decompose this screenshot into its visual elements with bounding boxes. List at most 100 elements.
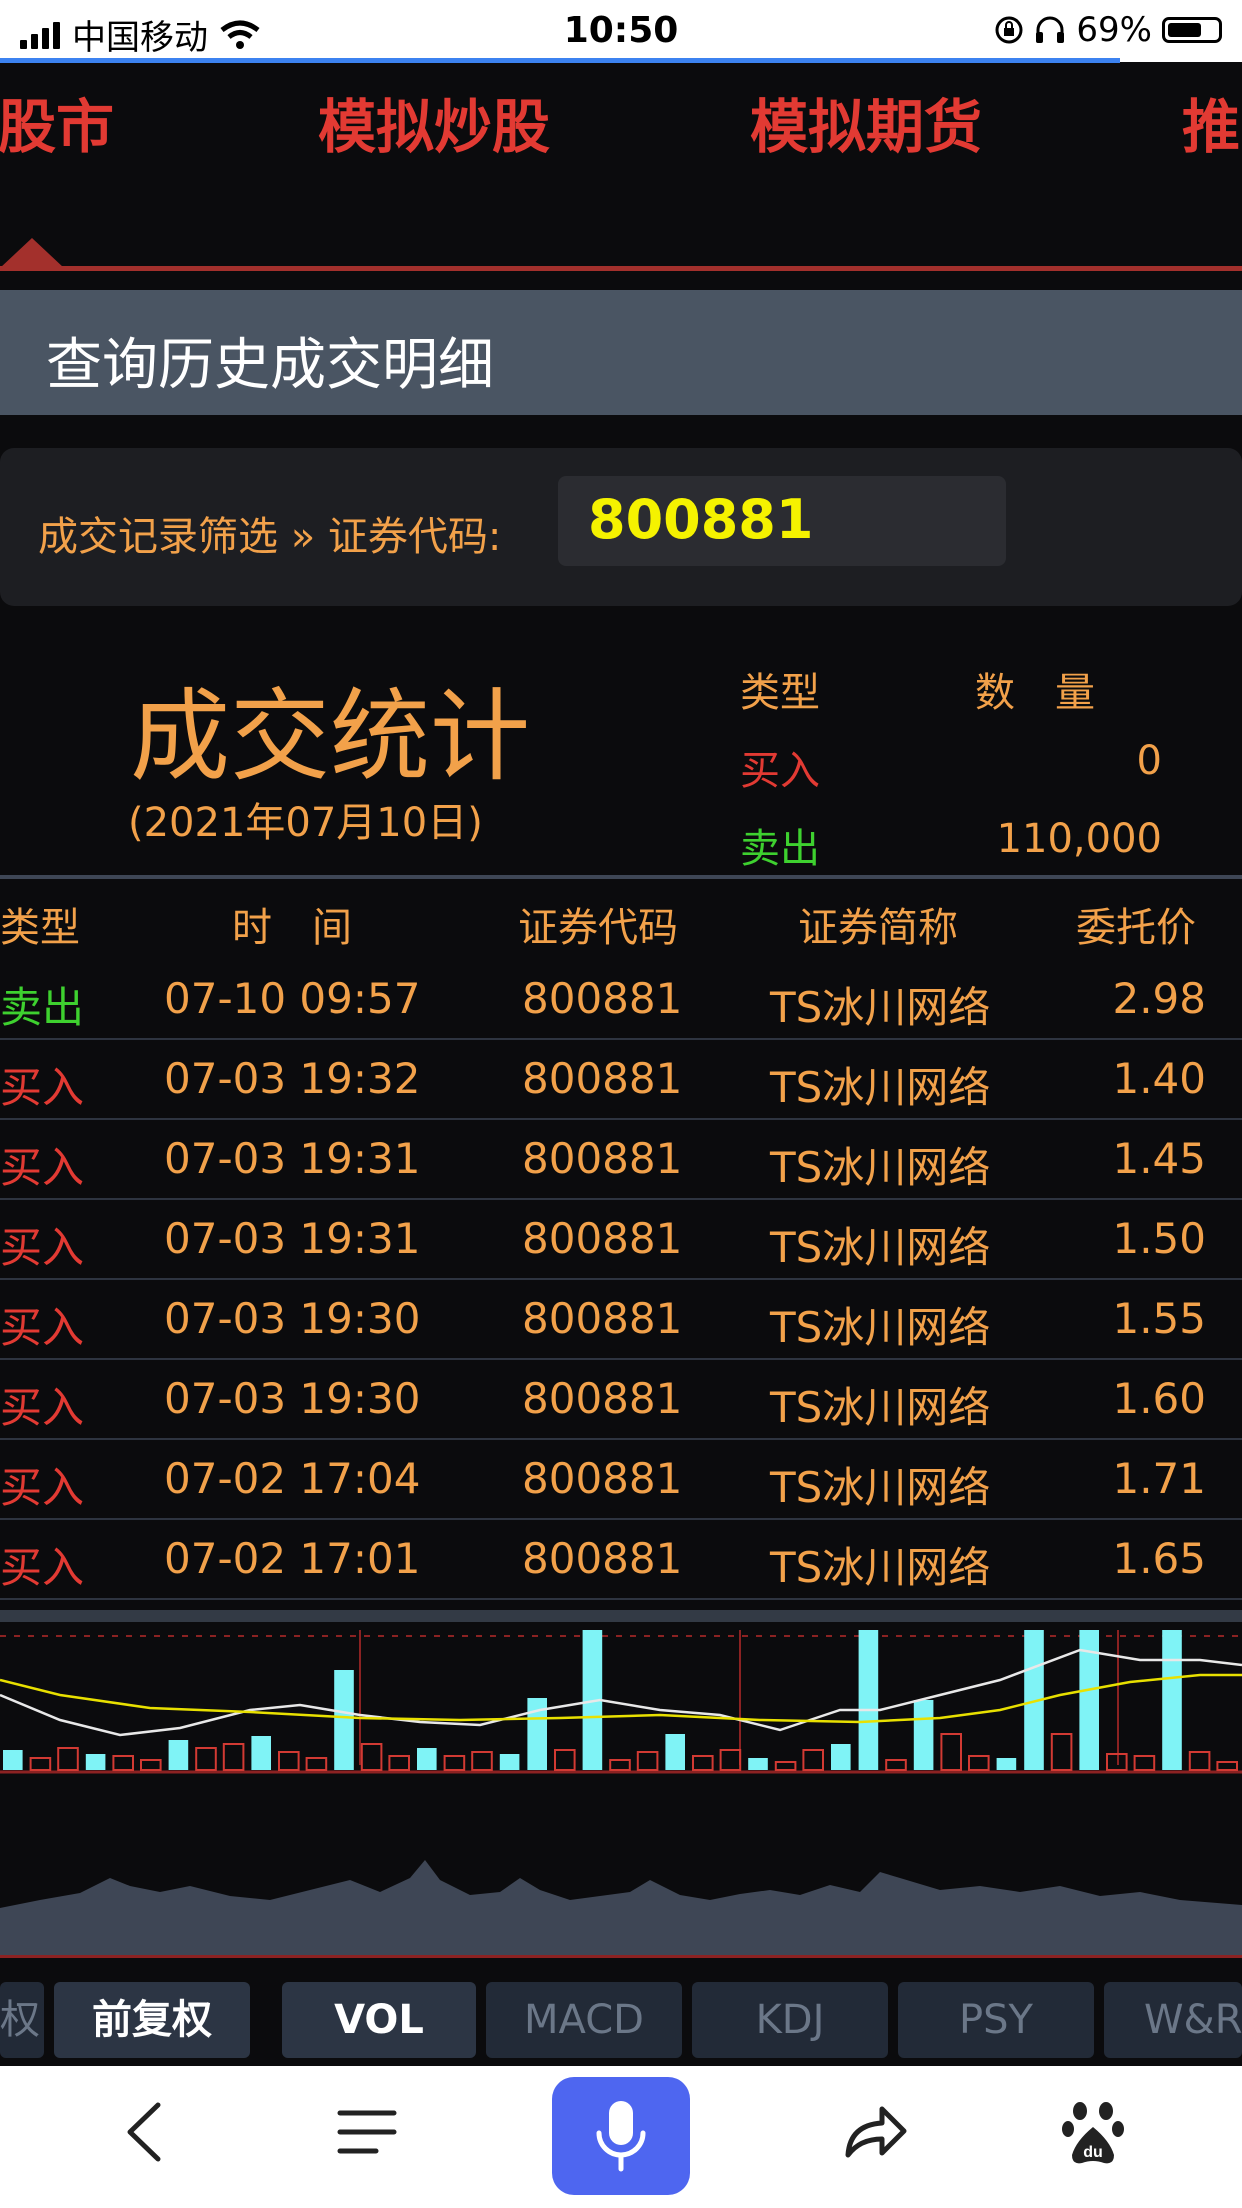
volume-bar [278,1751,300,1771]
volume-bars [3,1630,1239,1771]
nav-tab-stock-market[interactable]: 股市 [0,80,114,164]
row-name: TS冰川网络 [770,1543,991,1592]
volume-bar [748,1758,768,1770]
volume-bar [1216,1761,1239,1771]
nav-underline [0,266,1242,271]
volume-bar [305,1757,328,1771]
volume-bar [665,1734,685,1770]
nav-tab-recommend[interactable]: 推 [1182,80,1240,164]
row-time: 07-03 19:31 [164,1134,421,1183]
row-name: TS冰川网络 [770,1303,991,1352]
row-code: 800881 [522,1214,683,1263]
table-row[interactable]: 买入 07-03 19:30 800881 TS冰川网络 1.60 [0,1358,1242,1440]
volume-chart-svg [0,1630,1242,1955]
row-name: TS冰川网络 [770,1143,991,1192]
volume-bar [692,1755,714,1771]
baidu-paw-icon[interactable]: du [1058,2097,1128,2167]
table-top-border [0,875,1242,879]
headphones-icon [1036,16,1065,43]
status-bar: 中国移动 10:50 69% [0,0,1242,62]
row-name: TS冰川网络 [770,1383,991,1432]
row-time: 07-03 19:30 [164,1374,421,1423]
row-price: 1.45 [1112,1134,1206,1183]
volume-bar [831,1744,851,1770]
indicator-forward-adjust[interactable]: 前复权 [54,1982,250,2058]
row-type: 买入 [0,1463,85,1512]
back-icon[interactable] [112,2097,182,2167]
volume-bar [1050,1733,1073,1771]
volume-bar [719,1749,742,1771]
row-type: 买入 [0,1543,85,1592]
svg-text:du: du [1083,2144,1103,2161]
table-row[interactable]: 买入 07-03 19:32 800881 TS冰川网络 1.40 [0,1038,1242,1120]
row-price: 1.40 [1112,1054,1206,1103]
top-nav [0,63,1242,268]
row-time: 07-03 19:30 [164,1294,421,1343]
section-header: 查询历史成交明细 [0,290,1242,415]
stats-sell-qty: 110,000 [996,816,1162,862]
table-row[interactable]: 买入 07-02 17:01 800881 TS冰川网络 1.65 [0,1518,1242,1600]
volume-bar [1188,1751,1211,1771]
stats-col-qty: 数 量 [975,670,1095,716]
volume-bar [1162,1630,1182,1770]
table-row[interactable]: 卖出 07-10 09:57 800881 TS冰川网络 2.98 [0,958,1242,1040]
volume-bar [940,1733,963,1771]
chart-top-border [0,1610,1242,1622]
volume-bar [417,1748,437,1770]
volume-bar [195,1747,217,1771]
volume-bar [858,1630,879,1770]
status-right: 69% [994,10,1222,50]
row-code: 800881 [522,974,683,1023]
row-time: 07-02 17:04 [164,1454,421,1503]
battery-percent: 69% [1076,10,1152,50]
row-code: 800881 [522,1454,683,1503]
filter-panel: 成交记录筛选 » 证券代码: 800881 [0,448,1242,606]
row-code: 800881 [522,1054,683,1103]
row-name: TS冰川网络 [770,1463,991,1512]
indicator-quan[interactable]: 权 [0,1982,44,2058]
stats-buy-qty: 0 [1136,738,1162,784]
row-type: 买入 [0,1143,85,1192]
table-row[interactable]: 买入 07-03 19:31 800881 TS冰川网络 1.45 [0,1118,1242,1200]
table-row[interactable]: 买入 07-03 19:31 800881 TS冰川网络 1.50 [0,1198,1242,1280]
stats-title: 成交统计 [130,678,530,795]
th-name: 证券简称 [798,905,958,951]
row-price: 1.50 [1112,1214,1206,1263]
row-time: 07-10 09:57 [164,974,421,1023]
row-code: 800881 [522,1374,683,1423]
volume-bar [388,1755,410,1771]
menu-icon[interactable] [332,2097,402,2167]
indicator-kdj[interactable]: KDJ [692,1982,888,2058]
indicator-macd[interactable]: MACD [486,1982,682,2058]
row-name: TS冰川网络 [770,983,991,1032]
row-price: 2.98 [1112,974,1206,1023]
indicator-psy[interactable]: PSY [898,1982,1094,2058]
volume-chart[interactable] [0,1610,1242,1955]
security-code-input[interactable]: 800881 [558,476,1006,566]
share-icon[interactable] [840,2097,910,2167]
th-type: 类型 [0,905,80,951]
nav-tab-simulated-futures[interactable]: 模拟期货 [750,80,982,164]
th-code: 证券代码 [518,905,678,951]
row-type: 买入 [0,1063,85,1112]
volume-bar [443,1755,466,1771]
volume-bar [499,1754,520,1770]
voice-search-button[interactable] [552,2077,690,2195]
table-row[interactable]: 买入 07-03 19:30 800881 TS冰川网络 1.55 [0,1278,1242,1360]
volume-bar [802,1749,825,1771]
indicator-wr[interactable]: W&R [1104,1982,1242,2058]
row-code: 800881 [522,1294,683,1343]
volume-bar [1133,1755,1156,1771]
row-price: 1.55 [1112,1294,1206,1343]
volume-bar [968,1755,990,1771]
table-row[interactable]: 买入 07-02 17:04 800881 TS冰川网络 1.71 [0,1438,1242,1520]
row-type: 买入 [0,1383,85,1432]
row-type: 买入 [0,1303,85,1352]
volume-bar [609,1759,631,1771]
volume-bar [471,1751,493,1771]
row-price: 1.71 [1112,1454,1206,1503]
row-time: 07-03 19:32 [164,1054,421,1103]
volume-bar [334,1670,354,1770]
nav-tab-simulated-trading[interactable]: 模拟炒股 [318,80,550,164]
indicator-vol[interactable]: VOL [282,1982,476,2058]
